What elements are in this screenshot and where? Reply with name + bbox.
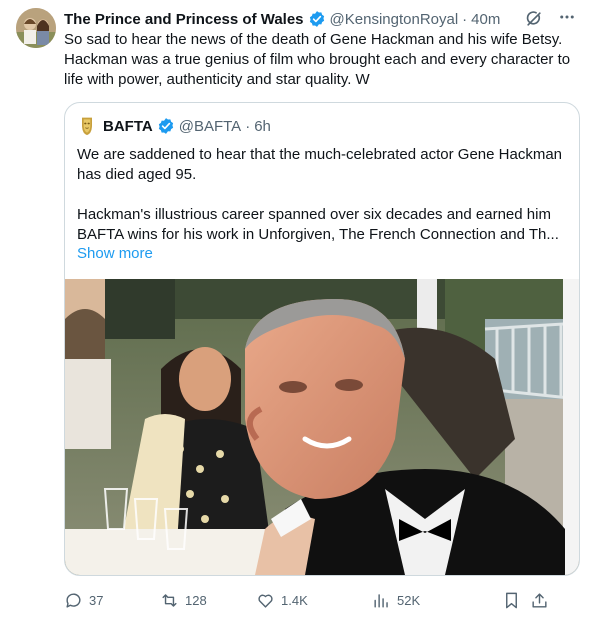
show-more-link[interactable]: Show more <box>77 245 153 262</box>
tweet[interactable]: The Prince and Princess of Wales @Kensin… <box>0 0 590 630</box>
quote-header-separator: · <box>245 117 251 135</box>
views-button[interactable]: 52K <box>372 591 502 610</box>
share-icon <box>532 592 547 608</box>
bookmark-button[interactable] <box>502 591 530 610</box>
more-icon[interactable] <box>558 8 576 30</box>
tweet-timestamp[interactable]: 40m <box>471 11 500 28</box>
tweet-text: So sad to hear the news of the death of … <box>64 31 571 88</box>
share-button[interactable] <box>530 591 554 610</box>
repost-count: 128 <box>185 592 207 608</box>
quote-header: BAFTA @BAFTA · 6h <box>77 116 271 136</box>
bookmark-icon <box>506 592 517 608</box>
quote-paragraph-2: Hackman's illustrious career spanned ove… <box>77 206 559 243</box>
tweet-actions: 37 128 1.4K 52K <box>64 588 584 612</box>
like-button[interactable]: 1.4K <box>256 591 372 610</box>
quote-text: We are saddened to hear that the much-ce… <box>77 145 569 245</box>
quote-photo[interactable] <box>65 279 579 575</box>
grok-icon[interactable] <box>524 9 544 29</box>
views-count: 52K <box>397 592 421 608</box>
tweet-header: The Prince and Princess of Wales @Kensin… <box>64 8 576 30</box>
header-separator: · <box>462 10 468 28</box>
quoted-tweet[interactable]: BAFTA @BAFTA · 6h We are saddened to hea… <box>64 102 580 576</box>
quote-paragraph-1: We are saddened to hear that the much-ce… <box>77 146 563 183</box>
verified-icon <box>157 117 175 135</box>
reply-button[interactable]: 37 <box>64 591 160 610</box>
quote-author-name[interactable]: BAFTA <box>103 118 153 135</box>
reply-icon <box>66 592 81 608</box>
verified-icon <box>308 10 326 28</box>
repost-button[interactable]: 128 <box>160 591 256 610</box>
like-icon <box>258 594 273 608</box>
author-avatar[interactable] <box>16 8 56 48</box>
views-icon <box>374 593 388 608</box>
like-count: 1.4K <box>281 592 308 608</box>
author-handle[interactable]: @KensingtonRoyal <box>330 11 459 28</box>
bafta-mask-icon[interactable] <box>77 116 97 136</box>
quote-author-handle[interactable]: @BAFTA <box>179 118 241 135</box>
repost-icon <box>162 593 177 607</box>
author-name[interactable]: The Prince and Princess of Wales <box>64 11 304 28</box>
reply-count: 37 <box>89 592 104 608</box>
quote-timestamp[interactable]: 6h <box>254 118 271 135</box>
